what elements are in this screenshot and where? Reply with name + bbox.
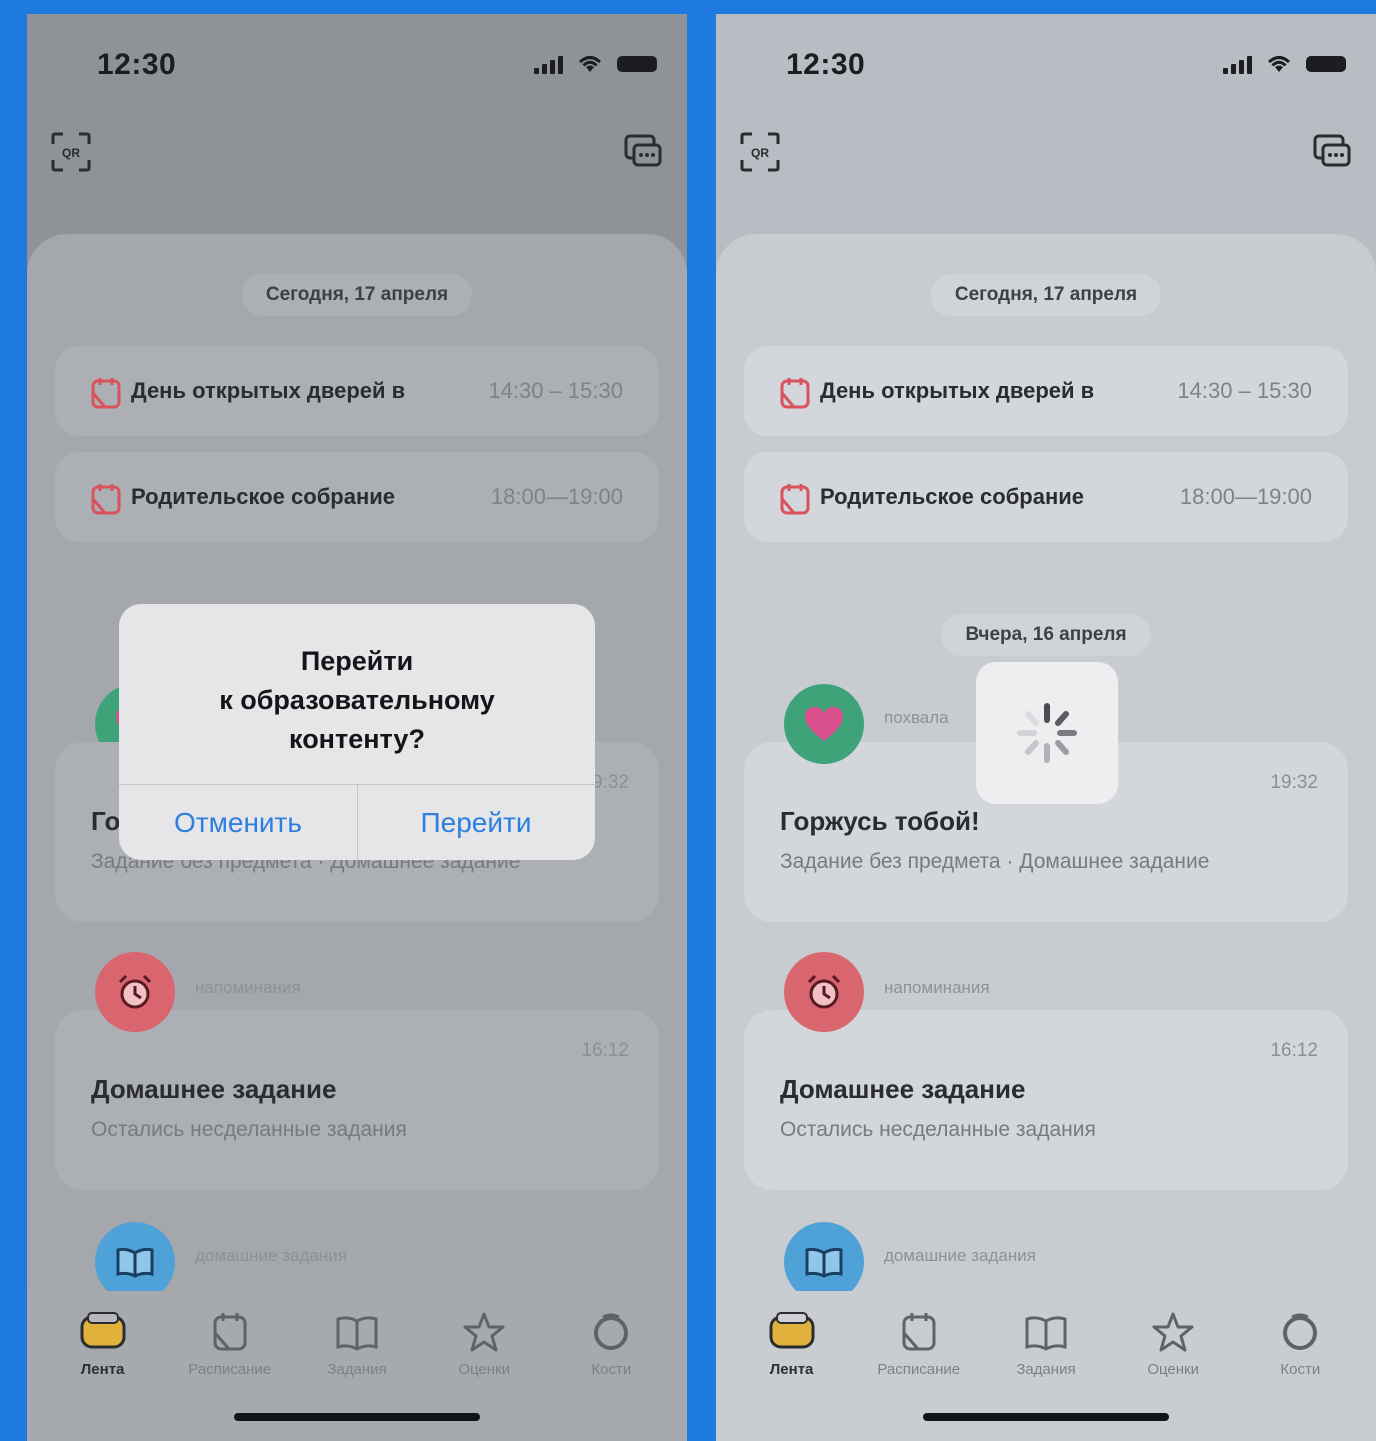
notification-category: напоминания — [195, 978, 301, 997]
calendar-icon — [91, 484, 121, 515]
praise-avatar — [784, 684, 864, 764]
qr-code-icon[interactable]: QR — [738, 130, 782, 174]
cancel-button[interactable]: Отменить — [119, 785, 357, 860]
feed-icon — [769, 1312, 815, 1349]
confirm-button[interactable]: Перейти — [357, 785, 595, 860]
notification-subtitle: Остались несделанные задания — [780, 1118, 1096, 1141]
tab-label: Оценки — [458, 1361, 510, 1378]
tab-label: Задания — [1016, 1361, 1076, 1378]
tab-label: Кости — [591, 1361, 632, 1378]
book-icon — [1025, 1316, 1067, 1351]
star-icon — [1152, 1312, 1194, 1352]
chat-icon[interactable] — [621, 130, 665, 174]
tab-label: Кости — [1280, 1361, 1321, 1378]
alarm-clock-icon — [807, 974, 841, 1009]
reminder-card[interactable]: 16:12 Домашнее задание Остались несделан… — [55, 1010, 659, 1190]
notification-subtitle: Задание без предмета · Домашнее задание — [780, 850, 1210, 873]
event-time: 18:00—19:00 — [1179, 484, 1312, 509]
event-time: 18:00—19:00 — [490, 484, 623, 509]
circle-icon — [594, 1313, 629, 1350]
notification-time: 19:32 — [1270, 772, 1318, 793]
circle-icon — [1283, 1313, 1318, 1350]
notification-title: Домашнее задание — [91, 1074, 337, 1104]
calendar-icon — [902, 1313, 936, 1351]
tab-label: Лента — [769, 1361, 814, 1378]
reminder-avatar — [784, 952, 864, 1032]
status-time: 12:30 — [97, 48, 177, 81]
event-card[interactable]: День открытых дверей в 14:30 – 15:30 — [744, 346, 1348, 436]
tab-feed[interactable]: Лента — [732, 1291, 852, 1441]
spinner-icon — [1017, 703, 1077, 763]
signal-icon — [1223, 54, 1252, 74]
book-icon — [805, 1247, 843, 1278]
date-pill-today: Сегодня, 17 апреля — [930, 274, 1162, 316]
tab-label: Оценки — [1147, 1361, 1199, 1378]
loading-indicator — [976, 662, 1118, 804]
tab-label: Лента — [80, 1361, 125, 1378]
tab-feed[interactable]: Лента — [43, 1291, 163, 1441]
status-bar: 12:30 — [786, 48, 1346, 88]
dialog-title: Перейти к образовательному контенту? — [219, 646, 495, 754]
confirm-dialog: Перейти к образовательному контенту? Отм… — [119, 604, 595, 860]
reminder-card[interactable]: 16:12 Домашнее задание Остались несделан… — [744, 1010, 1348, 1190]
notification-time: 16:12 — [581, 1040, 629, 1061]
homework-avatar — [95, 1222, 175, 1302]
event-card[interactable]: Родительское собрание 18:00—19:00 — [55, 452, 659, 542]
event-title: Родительское собрание — [131, 484, 395, 509]
tab-bones[interactable]: Кости — [551, 1291, 671, 1441]
status-time: 12:30 — [786, 48, 866, 81]
star-icon — [463, 1312, 505, 1352]
calendar-icon — [780, 484, 810, 515]
tab-label: Расписание — [188, 1361, 272, 1378]
homework-avatar — [784, 1222, 864, 1302]
home-indicator — [923, 1413, 1169, 1421]
notification-category: похвала — [884, 708, 949, 727]
event-title: День открытых дверей в — [820, 378, 1095, 403]
status-bar: 12:30 — [97, 48, 657, 88]
tab-bar: Лента Расписание Задания Оценки Кости — [716, 1291, 1376, 1441]
event-title: Родительское собрание — [820, 484, 1084, 509]
event-card[interactable]: Родительское собрание 18:00—19:00 — [744, 452, 1348, 542]
wifi-icon — [1267, 56, 1291, 72]
phone-screen-dialog: 12:30 QR Сегодня, 17 апреля День открыты… — [27, 14, 687, 1441]
signal-icon — [534, 54, 563, 74]
chat-icon[interactable] — [1310, 130, 1354, 174]
phone-screen-loading: 12:30 QR Сегодня, 17 апреля День открыты… — [716, 14, 1376, 1441]
calendar-icon — [213, 1313, 247, 1351]
calendar-icon — [780, 378, 810, 409]
notification-title: Домашнее задание — [780, 1074, 1026, 1104]
event-time: 14:30 – 15:30 — [1177, 378, 1312, 403]
notification-category: домашние задания — [195, 1246, 347, 1265]
event-card[interactable]: День открытых дверей в 14:30 – 15:30 — [55, 346, 659, 436]
qr-code-icon[interactable]: QR — [49, 130, 93, 174]
alarm-clock-icon — [118, 974, 152, 1009]
battery-icon — [617, 56, 657, 72]
tab-bones[interactable]: Кости — [1240, 1291, 1360, 1441]
svg-text:QR: QR — [62, 146, 80, 160]
reminder-avatar — [95, 952, 175, 1032]
date-pill-today: Сегодня, 17 апреля — [241, 274, 473, 316]
heart-icon — [805, 707, 843, 741]
tab-label: Расписание — [877, 1361, 961, 1378]
tab-bar: Лента Расписание Задания Оценки Кости — [27, 1291, 687, 1441]
notification-category: домашние задания — [884, 1246, 1036, 1265]
calendar-icon — [91, 378, 121, 409]
battery-icon — [1306, 56, 1346, 72]
notification-title: Горжусь тобой! — [780, 806, 980, 836]
tab-label: Задания — [327, 1361, 387, 1378]
event-title: День открытых дверей в — [131, 378, 406, 403]
svg-text:QR: QR — [751, 146, 769, 160]
notification-category: напоминания — [884, 978, 990, 997]
date-pill-yesterday: Вчера, 16 апреля — [941, 614, 1151, 656]
wifi-icon — [578, 56, 602, 72]
home-indicator — [234, 1413, 480, 1421]
event-time: 14:30 – 15:30 — [488, 378, 623, 403]
notification-time: 16:12 — [1270, 1040, 1318, 1061]
book-icon — [336, 1316, 378, 1351]
feed-icon — [80, 1312, 126, 1349]
notification-subtitle: Остались несделанные задания — [91, 1118, 407, 1141]
book-icon — [116, 1247, 154, 1278]
